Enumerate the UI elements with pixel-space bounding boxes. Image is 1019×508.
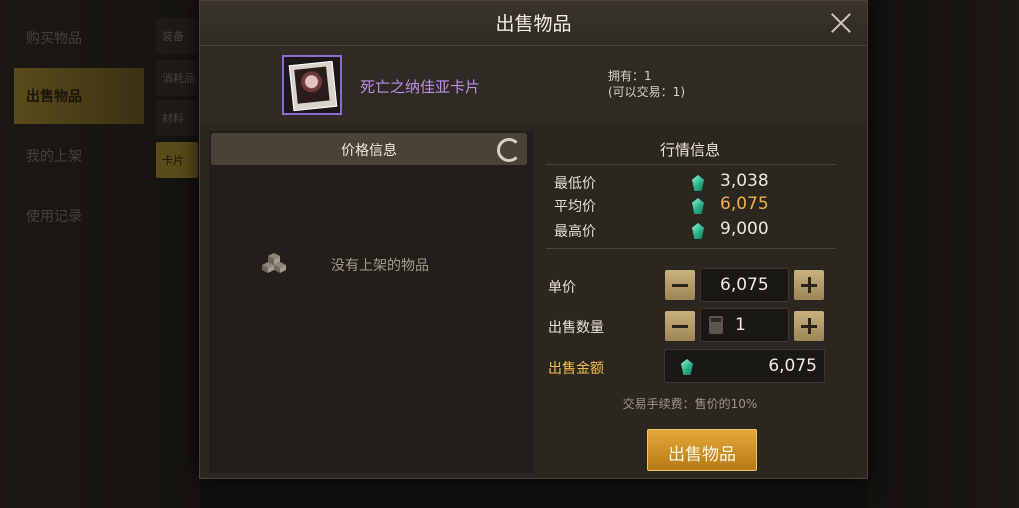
- item-card-icon[interactable]: [282, 55, 342, 115]
- tradable-count: (可以交易：1): [608, 85, 685, 99]
- unit-price-field[interactable]: 6,075: [700, 268, 789, 302]
- calculator-icon[interactable]: [709, 316, 723, 334]
- lowest-price-label: 最低价: [554, 176, 596, 192]
- owned-count: 拥有：1: [608, 69, 652, 83]
- item-row: 死亡之纳佳亚卡片 拥有：1 (可以交易：1): [200, 46, 867, 124]
- gem-icon: [692, 175, 704, 191]
- average-price-label: 平均价: [554, 199, 596, 215]
- fee-text: 交易手续费：售价的10%: [622, 397, 758, 411]
- unit-price-label: 单价: [548, 280, 576, 296]
- total-amount-label: 出售金额: [548, 361, 604, 377]
- total-amount-value: 6,075: [768, 356, 817, 376]
- quantity-plus-button[interactable]: [794, 311, 824, 341]
- quantity-field[interactable]: 1: [700, 308, 789, 342]
- quantity-label: 出售数量: [548, 320, 604, 336]
- dialog-header: 出售物品: [200, 1, 867, 46]
- quantity-minus-button[interactable]: [665, 311, 695, 341]
- lowest-price-value: 3,038: [720, 171, 769, 191]
- sell-button[interactable]: 出售物品: [647, 429, 757, 471]
- owned-info: 拥有：1 (可以交易：1): [608, 68, 685, 100]
- refresh-icon[interactable]: [497, 138, 521, 162]
- close-icon[interactable]: [827, 9, 855, 37]
- empty-listing-text: 没有上架的物品: [331, 258, 429, 274]
- price-info-header: 价格信息: [211, 133, 527, 165]
- unit-price-plus-button[interactable]: [794, 270, 824, 300]
- quantity-value: 1: [735, 315, 746, 335]
- price-info-panel: 价格信息 没有上架的物品: [209, 131, 533, 473]
- gem-icon: [692, 223, 704, 239]
- price-info-title: 价格信息: [341, 143, 397, 159]
- dialog-title: 出售物品: [495, 13, 572, 35]
- unit-price-minus-button[interactable]: [665, 270, 695, 300]
- item-name: 死亡之纳佳亚卡片: [360, 78, 481, 96]
- sell-button-label: 出售物品: [668, 445, 736, 465]
- gem-icon: [681, 359, 693, 375]
- sell-item-dialog: 出售物品 死亡之纳佳亚卡片 拥有：1 (可以交易：1) 价格信息 没有上架的物品…: [199, 0, 868, 479]
- gem-icon: [692, 198, 704, 214]
- total-amount-field: 6,075: [664, 349, 825, 383]
- average-price-value: 6,075: [720, 194, 769, 214]
- highest-price-label: 最高价: [554, 224, 596, 240]
- unit-price-value: 6,075: [720, 275, 769, 295]
- divider: [546, 164, 836, 165]
- empty-box-icon: [262, 253, 286, 273]
- divider: [546, 248, 836, 249]
- highest-price-value: 9,000: [720, 219, 769, 239]
- market-info-title: 行情信息: [659, 141, 720, 159]
